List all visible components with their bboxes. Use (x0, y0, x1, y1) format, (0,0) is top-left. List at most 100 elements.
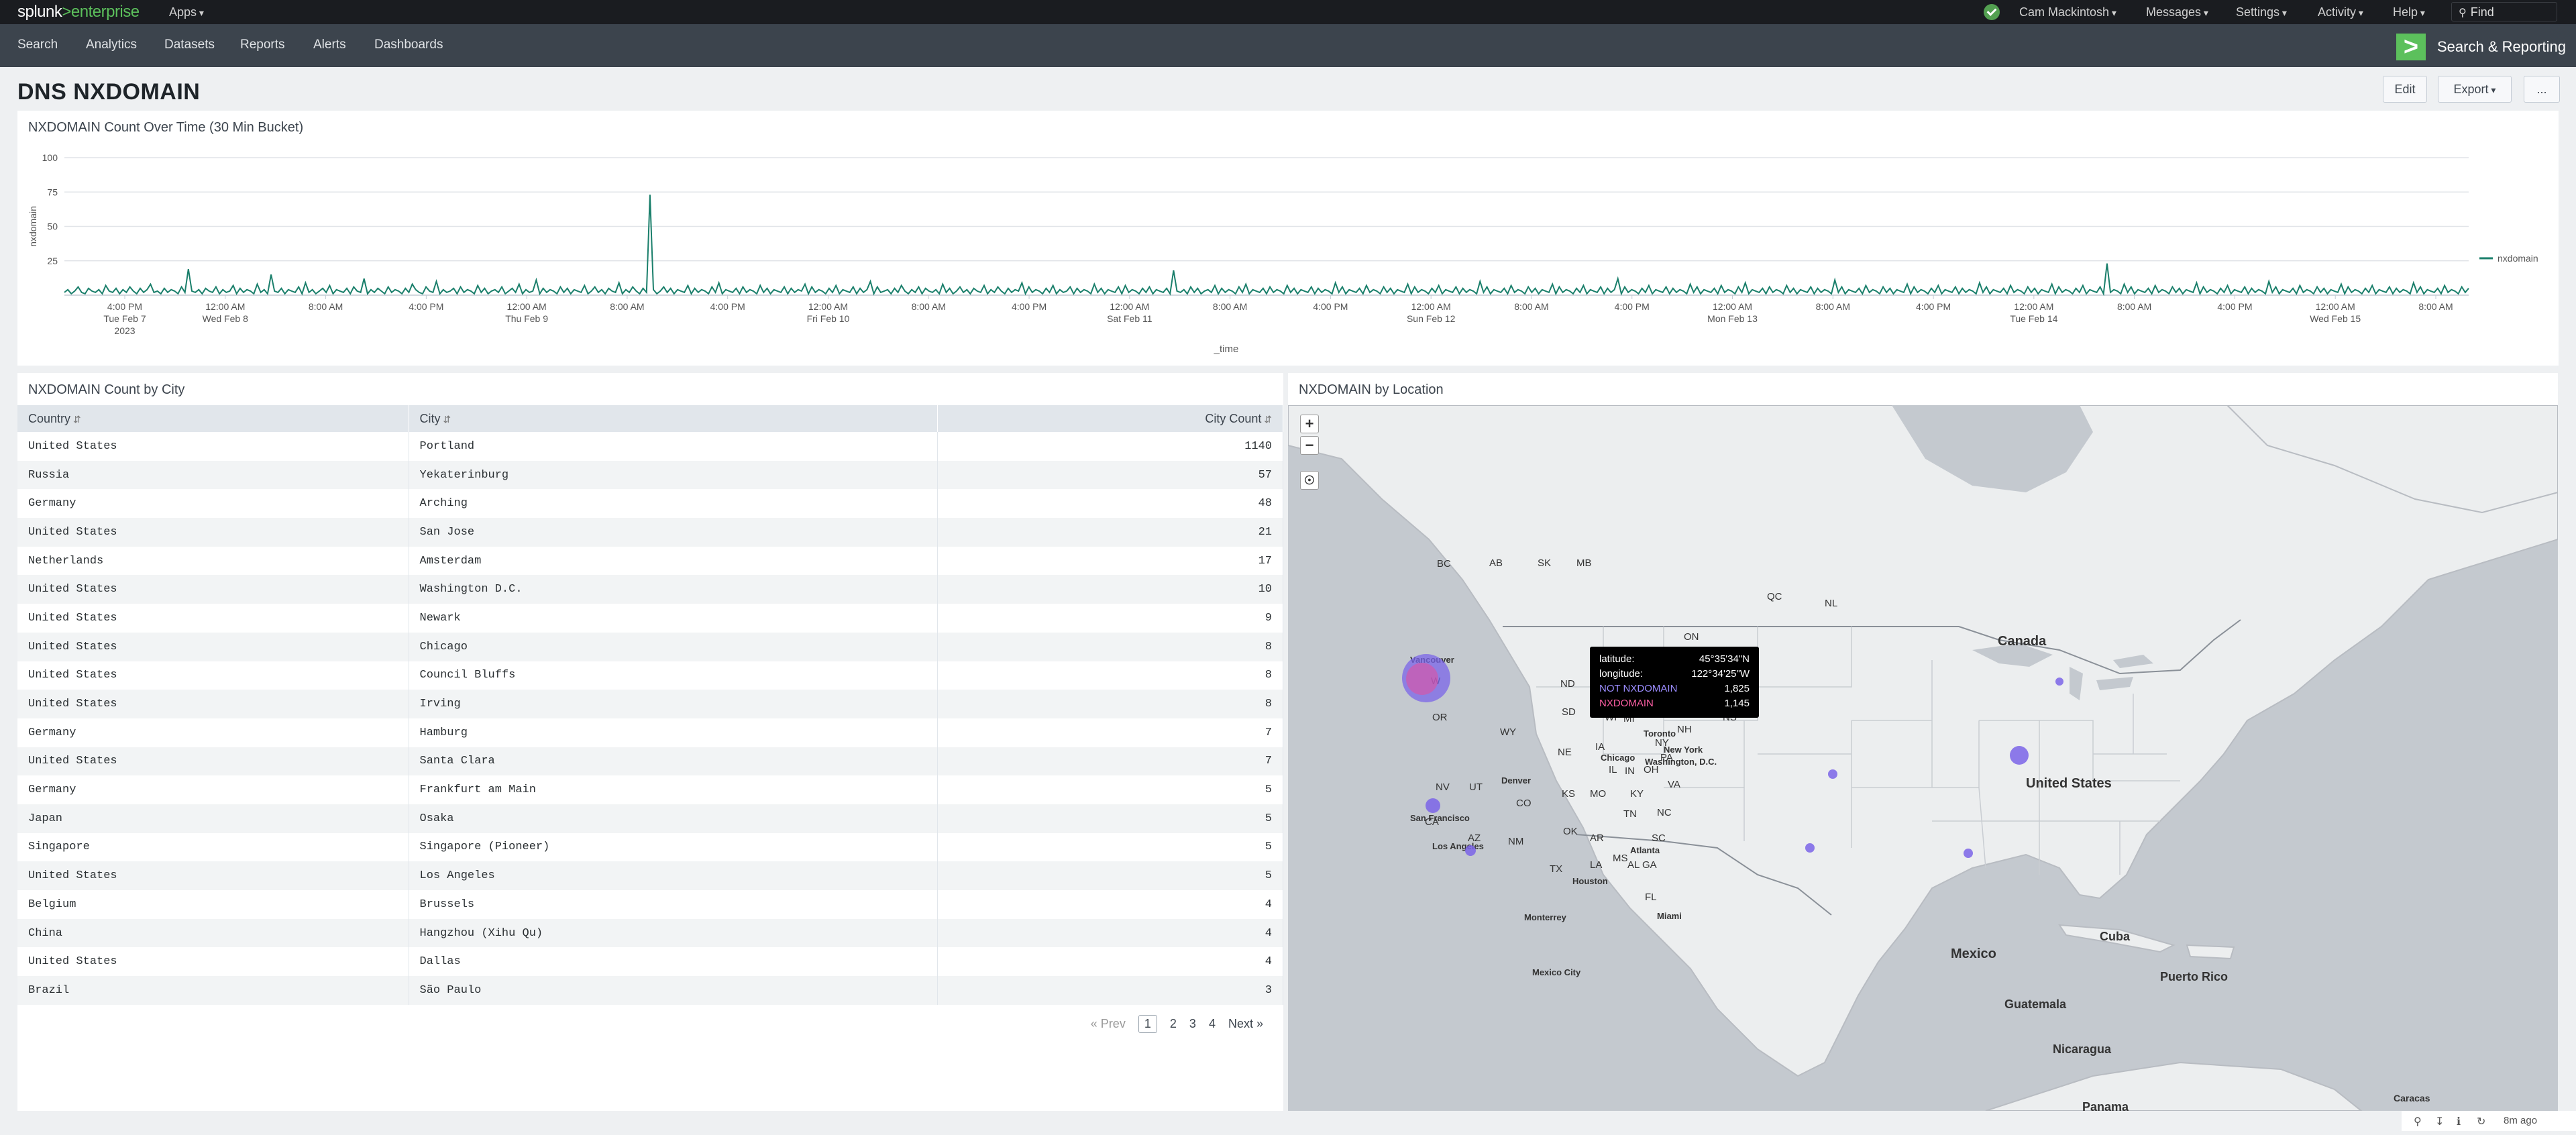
top-bar: splunk>enterprise Apps Cam Mackintosh Me… (0, 0, 2576, 24)
map-label: GA (1642, 859, 1657, 871)
x-tick-label: 12:00 AM (507, 301, 547, 312)
table-row[interactable]: United States Santa Clara 7 (17, 747, 1283, 776)
table-row[interactable]: Netherlands Amsterdam 17 (17, 546, 1283, 576)
map-label: Panama (2082, 1100, 2129, 1111)
marker-los-angeles (1465, 845, 1476, 856)
count-cell: 7 (937, 718, 1283, 747)
column-header-country[interactable]: Country (17, 405, 409, 432)
country-cell: Belgium (17, 890, 409, 919)
find-input[interactable]: ⚲ Find (2451, 2, 2557, 21)
city-cell: San Jose (409, 518, 938, 547)
nav-dashboards[interactable]: Dashboards (374, 38, 443, 52)
map-tooltip: latitude: 45°35'34"N longitude: 122°34'25"… (1590, 647, 1759, 718)
city-cell: Yekaterinburg (409, 460, 938, 490)
map-label: Toronto (1644, 728, 1676, 739)
count-cell: 8 (937, 661, 1283, 690)
map-label: Mexico City (1532, 967, 1581, 977)
map-label: San Francisco (1410, 813, 1470, 823)
next-page-link[interactable]: Next » (1228, 1017, 1263, 1031)
search-icon: ⚲ (2459, 7, 2467, 19)
map-label: NM (1508, 836, 1523, 847)
more-actions-button[interactable]: ... (2524, 76, 2560, 103)
table-row[interactable]: Germany Arching 48 (17, 489, 1283, 519)
location-map[interactable]: Canada United States Mexico BC AB SK MB … (1288, 405, 2558, 1111)
column-header-city-count[interactable]: City Count (937, 405, 1283, 432)
table-row[interactable]: United States Dallas 4 (17, 947, 1283, 977)
table-row[interactable]: Germany Hamburg 7 (17, 718, 1283, 747)
nav-analytics[interactable]: Analytics (86, 38, 137, 52)
help-menu[interactable]: Help (2393, 5, 2425, 19)
export-button[interactable]: Export (2438, 76, 2512, 103)
page-4-link[interactable]: 4 (1209, 1017, 1216, 1031)
count-cell: 7 (937, 747, 1283, 776)
search-icon[interactable]: ⚲ (2414, 1115, 2422, 1128)
health-status-icon[interactable] (1984, 4, 2000, 20)
table-row[interactable]: United States Newark 9 (17, 604, 1283, 633)
zoom-out-button[interactable]: − (1300, 436, 1319, 455)
apps-menu[interactable]: Apps (169, 5, 204, 19)
nav-search[interactable]: Search (17, 38, 58, 52)
table-row[interactable]: Japan Osaka 5 (17, 804, 1283, 833)
table-row[interactable]: Germany Frankfurt am Main 5 (17, 775, 1283, 804)
zoom-in-button[interactable]: + (1300, 415, 1319, 433)
page-2-link[interactable]: 2 (1170, 1017, 1177, 1031)
x-tick-label: 12:00 AM (1110, 301, 1149, 312)
line-chart: 100755025nxdomain4:00 PMTue Feb 7202312:… (28, 152, 2538, 355)
table-row[interactable]: United States San Jose 21 (17, 518, 1283, 547)
x-tick-label: 12:00 AM (205, 301, 245, 312)
table-row[interactable]: Singapore Singapore (Pioneer) 5 (17, 832, 1283, 862)
map-label: NE (1558, 747, 1572, 758)
page-1-link[interactable]: 1 (1138, 1015, 1157, 1033)
map-label: Puerto Rico (2160, 970, 2228, 983)
map-label: IL (1609, 764, 1617, 775)
refresh-icon[interactable]: ↻ (2477, 1115, 2485, 1128)
country-cell: Singapore (17, 832, 409, 862)
table-row[interactable]: United States Irving 8 (17, 690, 1283, 718)
x-tick-label: 8:00 AM (2117, 301, 2151, 312)
table-row[interactable]: United States Portland 1140 (17, 432, 1283, 461)
x-tick-label: 8:00 AM (610, 301, 644, 312)
marker-dallas (1805, 843, 1815, 853)
count-cell: 48 (937, 489, 1283, 519)
inspect-icon[interactable]: ℹ (2457, 1115, 2461, 1128)
x-tick-label: Wed Feb 15 (2310, 313, 2361, 324)
map-label: AB (1489, 557, 1503, 569)
messages-menu[interactable]: Messages (2146, 5, 2208, 19)
app-bar: Search Analytics Datasets Reports Alerts… (0, 24, 2576, 67)
column-header-city[interactable]: City (409, 405, 938, 432)
city-cell: Newark (409, 604, 938, 633)
app-title[interactable]: Search & Reporting (2437, 38, 2566, 56)
x-tick-label: 4:00 PM (107, 301, 142, 312)
export-icon[interactable]: ↧ (2435, 1115, 2444, 1128)
table-row[interactable]: United States Council Bluffs 8 (17, 661, 1283, 690)
map-label: NL (1825, 598, 1837, 609)
count-cell: 4 (937, 947, 1283, 977)
table-row[interactable]: China Hangzhou (Xihu Qu) 4 (17, 918, 1283, 948)
prev-page-link[interactable]: « Prev (1091, 1017, 1126, 1031)
nav-reports[interactable]: Reports (240, 38, 285, 52)
table-row[interactable]: United States Chicago 8 (17, 632, 1283, 661)
table-row[interactable]: Brazil São Paulo 3 (17, 976, 1283, 1005)
app-logo-icon[interactable]: > (2396, 34, 2426, 60)
x-tick-label: 4:00 PM (1012, 301, 1046, 312)
map-label: Chicago (1601, 753, 1635, 763)
user-menu[interactable]: Cam Mackintosh (2019, 5, 2116, 19)
nav-alerts[interactable]: Alerts (313, 38, 346, 52)
map-label: Mexico (1951, 947, 1996, 961)
locate-icon[interactable]: ☉ (1300, 471, 1319, 490)
table-row[interactable]: United States Los Angeles 5 (17, 861, 1283, 890)
map-label: Nicaragua (2053, 1042, 2112, 1056)
table-row[interactable]: Russia Yekaterinburg 57 (17, 460, 1283, 490)
nav-datasets[interactable]: Datasets (164, 38, 215, 52)
map-label: Monterrey (1524, 912, 1567, 922)
map-label: VA (1668, 779, 1680, 790)
activity-menu[interactable]: Activity (2318, 5, 2363, 19)
city-cell: Irving (409, 690, 938, 718)
page-3-link[interactable]: 3 (1189, 1017, 1196, 1031)
splunk-logo[interactable]: splunk>enterprise (17, 3, 140, 21)
map-label: SK (1538, 557, 1551, 569)
settings-menu[interactable]: Settings (2236, 5, 2287, 19)
table-row[interactable]: Belgium Brussels 4 (17, 890, 1283, 919)
table-row[interactable]: United States Washington D.C. 10 (17, 575, 1283, 604)
edit-button[interactable]: Edit (2383, 76, 2427, 103)
